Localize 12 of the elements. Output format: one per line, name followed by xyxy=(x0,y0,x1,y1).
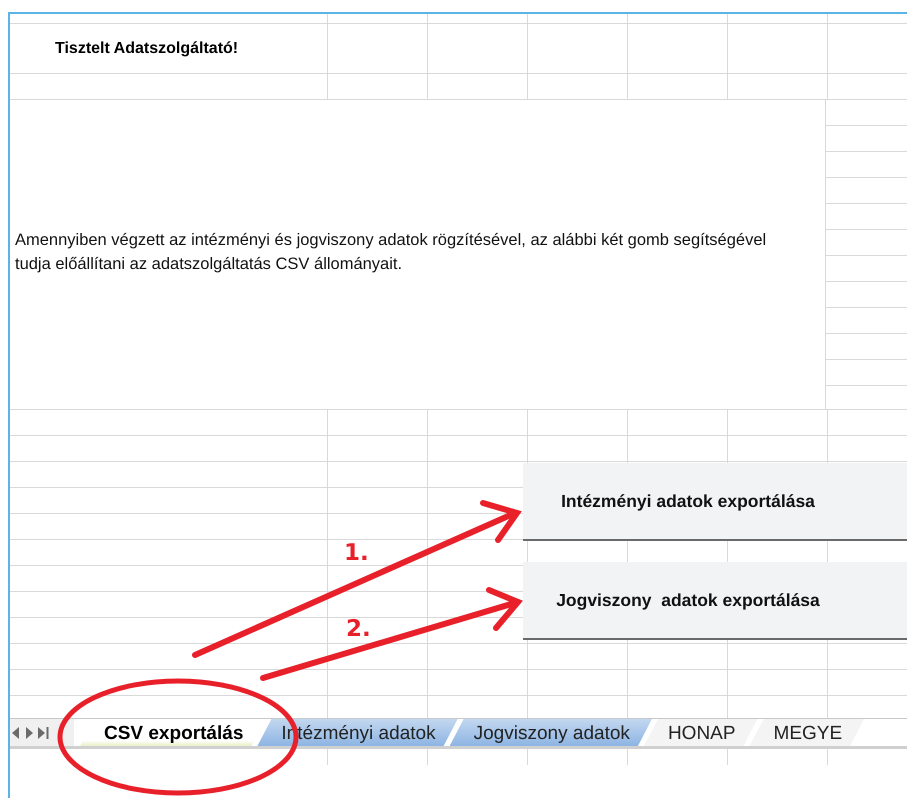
scroll-left-icon[interactable] xyxy=(12,726,20,738)
sheet-tab[interactable]: Jogviszony adatok xyxy=(450,719,652,746)
sheet-tab[interactable]: HONAP xyxy=(644,719,758,746)
scroll-last-icon[interactable] xyxy=(38,726,49,738)
scroll-right-icon[interactable] xyxy=(25,726,33,738)
step-number: 2. xyxy=(346,616,371,642)
message-text: Amennyiben végzett az intézményi és jogviszony adatok rögzítésével, az alábbi két gomb segítségével tudja előállítani az adatszolgáltatás CSV állományait. xyxy=(15,230,768,274)
sheet-tab[interactable]: MEGYE xyxy=(750,719,864,746)
export-button[interactable]: Intézményi adatok exportálása xyxy=(523,463,907,541)
greeting-text: Tisztelt Adatszolgáltató! xyxy=(55,40,238,58)
export-button[interactable]: Jogviszony adatok exportálása xyxy=(523,562,907,640)
step-number: 1. xyxy=(344,540,369,566)
